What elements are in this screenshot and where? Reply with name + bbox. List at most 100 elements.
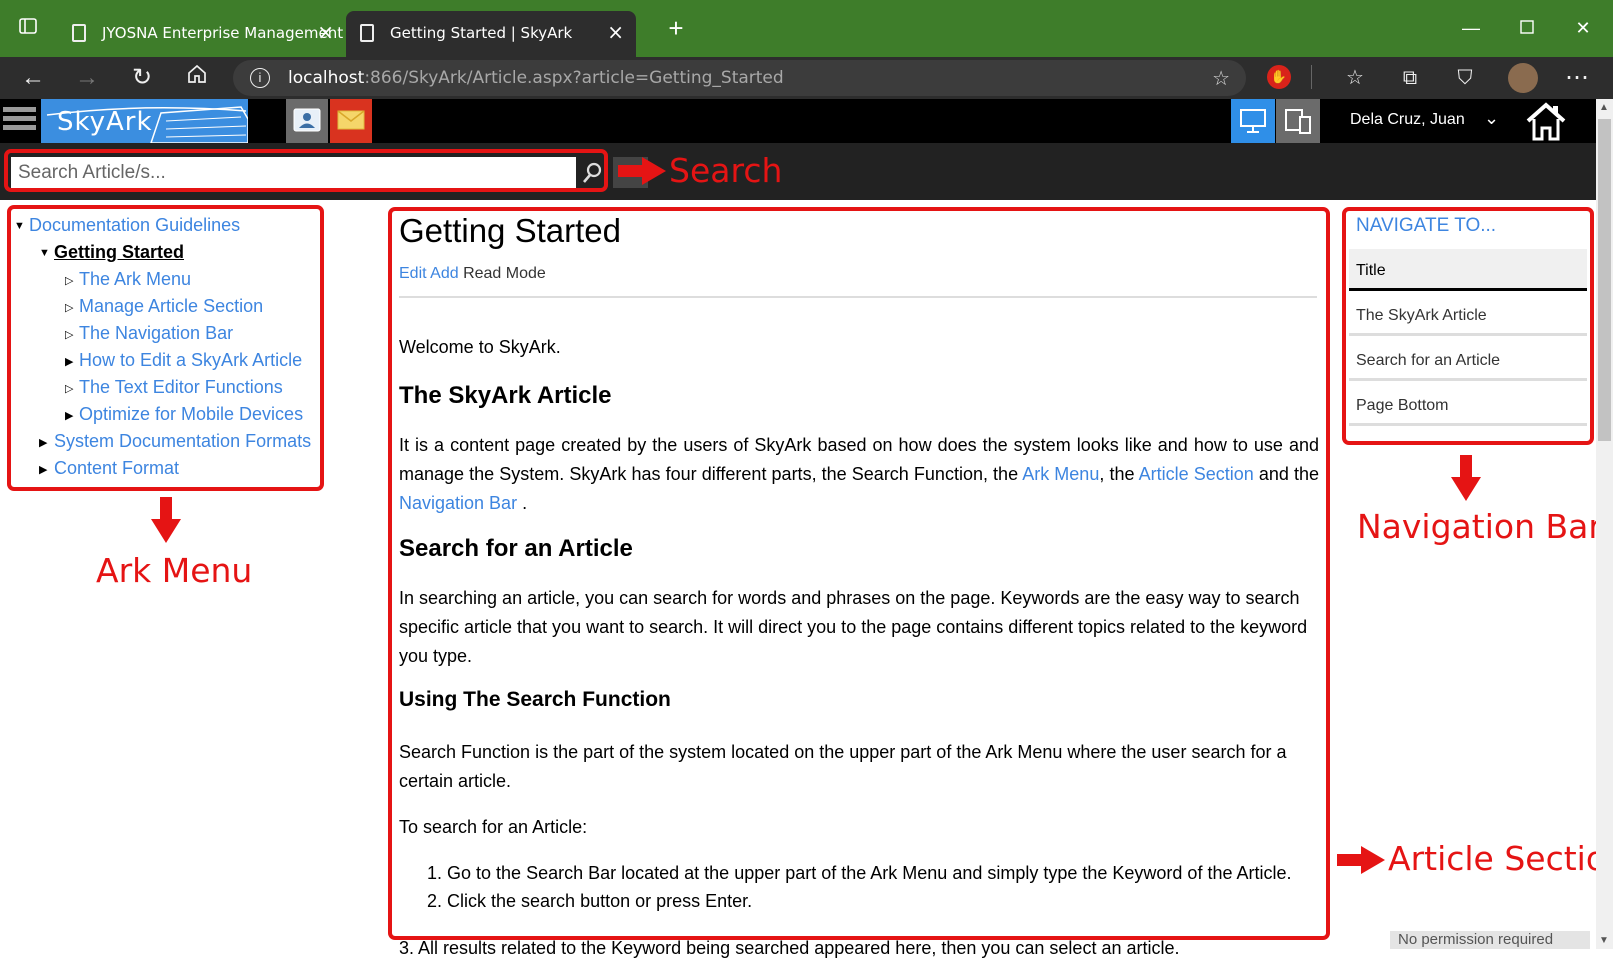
skyark-logo[interactable]: SkyArk: [41, 99, 248, 143]
collapsed-triangle-icon[interactable]: ▶: [39, 436, 47, 449]
heading-skyark-article: The SkyArk Article: [399, 382, 612, 409]
url-host: localhost: [288, 68, 365, 88]
link-navigation-bar[interactable]: Navigation Bar: [399, 493, 517, 513]
collapsed-triangle-icon[interactable]: ▷: [65, 274, 73, 287]
collapsed-triangle-icon[interactable]: ▶: [39, 463, 47, 476]
profile-avatar[interactable]: [1508, 63, 1538, 93]
browser-home-icon[interactable]: [182, 63, 212, 93]
more-options-icon[interactable]: ⋯: [1562, 63, 1592, 93]
desktop-view-button[interactable]: [1231, 99, 1275, 143]
toolbar-divider: [1311, 65, 1312, 89]
tab-title: Getting Started | SkyArk: [390, 24, 573, 42]
maximize-icon[interactable]: [1515, 16, 1539, 40]
chevron-down-icon[interactable]: ⌄: [1484, 108, 1499, 129]
navigation-bar-annotation: Navigation Bar: [1357, 507, 1602, 546]
browser-toolbar: ← → ↻ i localhost:866/SkyArk/Article.asp…: [0, 57, 1613, 99]
site-header: SkyArk Dela Cruz, Juan ⌄: [0, 99, 1596, 143]
tree-item-getting-started[interactable]: Getting Started: [54, 242, 184, 263]
step-text: Click the search button or press Enter.: [447, 891, 753, 911]
nav-item-search-article[interactable]: Search for an Article: [1349, 339, 1587, 381]
mobile-view-button[interactable]: [1276, 99, 1320, 143]
tree-item-documentation-guidelines[interactable]: Documentation Guidelines: [29, 215, 240, 236]
menu-icon[interactable]: [3, 107, 36, 135]
search-input[interactable]: [11, 157, 576, 188]
mail-button[interactable]: [330, 99, 372, 143]
navigate-to-heading: NAVIGATE TO...: [1356, 215, 1497, 236]
link-article-section[interactable]: Article Section: [1139, 464, 1254, 484]
tab-actions-icon[interactable]: [16, 16, 40, 40]
arrow-down-icon: [1451, 455, 1481, 501]
scroll-thumb[interactable]: [1598, 119, 1611, 441]
arrow-right-icon: [618, 157, 666, 185]
user-name[interactable]: Dela Cruz, Juan: [1350, 111, 1465, 129]
collections-icon[interactable]: ⧉: [1395, 63, 1425, 93]
tree-item-content-format[interactable]: Content Format: [54, 458, 179, 479]
tab-jyosna[interactable]: JYOSNA Enterprise Management ×: [58, 11, 346, 57]
favorites-icon[interactable]: ☆: [1340, 63, 1370, 93]
address-bar[interactable]: i localhost:866/SkyArk/Article.aspx?arti…: [233, 60, 1246, 96]
text-run: , the: [1099, 464, 1139, 484]
scroll-down-icon[interactable]: ▼: [1599, 935, 1609, 946]
tab-title: JYOSNA Enterprise Management: [102, 24, 344, 42]
link-ark-menu[interactable]: Ark Menu: [1022, 464, 1099, 484]
text-run: .: [517, 493, 528, 513]
paragraph-using-search: Search Function is the part of the syste…: [399, 742, 1287, 791]
article-actions: Edit Add Read Mode: [399, 265, 546, 283]
collapsed-triangle-icon[interactable]: ▷: [65, 328, 73, 341]
tree-item-the-ark-menu[interactable]: The Ark Menu: [79, 269, 191, 290]
browser-tab-bar: JYOSNA Enterprise Management × Getting S…: [0, 0, 1613, 57]
add-link[interactable]: Add: [430, 265, 458, 282]
tree-item-how-to-edit[interactable]: How to Edit a SkyArk Article: [79, 350, 302, 371]
site-info-icon[interactable]: i: [250, 68, 270, 88]
nav-item-page-bottom[interactable]: Page Bottom: [1349, 384, 1587, 426]
tree-item-text-editor-functions[interactable]: The Text Editor Functions: [79, 377, 283, 398]
minimize-icon[interactable]: —: [1459, 16, 1483, 40]
collapsed-triangle-icon[interactable]: ▶: [65, 355, 73, 368]
home-icon[interactable]: [1525, 101, 1567, 141]
refresh-icon[interactable]: ↻: [127, 63, 157, 93]
text-run: and the: [1253, 464, 1319, 484]
expanded-triangle-icon[interactable]: ▼: [39, 247, 50, 259]
search-annotation: Search: [669, 151, 783, 190]
permission-status: No permission required: [1390, 931, 1590, 949]
collapsed-triangle-icon[interactable]: ▷: [65, 301, 73, 314]
back-icon[interactable]: ←: [18, 63, 48, 93]
close-tab-icon[interactable]: ×: [607, 20, 624, 44]
arrow-right-icon: [1337, 846, 1385, 874]
contacts-button[interactable]: [286, 99, 328, 143]
ark-menu-annotation: Ark Menu: [96, 551, 253, 590]
tab-skyark[interactable]: Getting Started | SkyArk ×: [346, 11, 636, 57]
search-bar: [0, 143, 1596, 200]
article-section-annotation: Article Section: [1388, 839, 1613, 878]
browser-essentials-icon[interactable]: ⛉: [1450, 63, 1480, 93]
forward-icon[interactable]: →: [72, 63, 102, 93]
nav-item-skyark-article[interactable]: The SkyArk Article: [1349, 294, 1587, 336]
url-path: :866/SkyArk/Article.aspx?article=Getting…: [364, 68, 784, 88]
edit-link[interactable]: Edit: [399, 265, 427, 282]
tree-item-the-navigation-bar[interactable]: The Navigation Bar: [79, 323, 233, 344]
logo-text: SkyArk: [57, 107, 153, 137]
expanded-triangle-icon[interactable]: ▼: [14, 220, 25, 232]
step-text: Go to the Search Bar located at the uppe…: [447, 863, 1292, 883]
divider: [399, 296, 1317, 298]
nav-item-title[interactable]: Title: [1349, 249, 1587, 291]
tree-item-optimize-mobile[interactable]: Optimize for Mobile Devices: [79, 404, 303, 425]
list-item: 2. Click the search button or press Ente…: [427, 891, 753, 911]
extension-icon[interactable]: ✋: [1267, 65, 1291, 89]
mode-label: Read Mode: [463, 265, 546, 282]
article-title: Getting Started: [399, 212, 621, 249]
document-icon: [360, 24, 374, 42]
page-scrollbar[interactable]: ▲ ▼: [1596, 99, 1613, 949]
close-tab-icon[interactable]: ×: [317, 20, 334, 44]
arrow-down-icon: [151, 497, 181, 543]
add-favorite-icon[interactable]: ☆: [1212, 66, 1230, 91]
tree-item-manage-article-section[interactable]: Manage Article Section: [79, 296, 263, 317]
tree-item-system-documentation-formats[interactable]: System Documentation Formats: [54, 431, 311, 452]
heading-search-article: Search for an Article: [399, 535, 633, 562]
collapsed-triangle-icon[interactable]: ▶: [65, 409, 73, 422]
close-window-icon[interactable]: ✕: [1571, 16, 1595, 40]
new-tab-icon[interactable]: +: [664, 15, 688, 41]
search-button[interactable]: [577, 157, 607, 188]
collapsed-triangle-icon[interactable]: ▷: [65, 382, 73, 395]
scroll-up-icon[interactable]: ▲: [1599, 102, 1609, 113]
